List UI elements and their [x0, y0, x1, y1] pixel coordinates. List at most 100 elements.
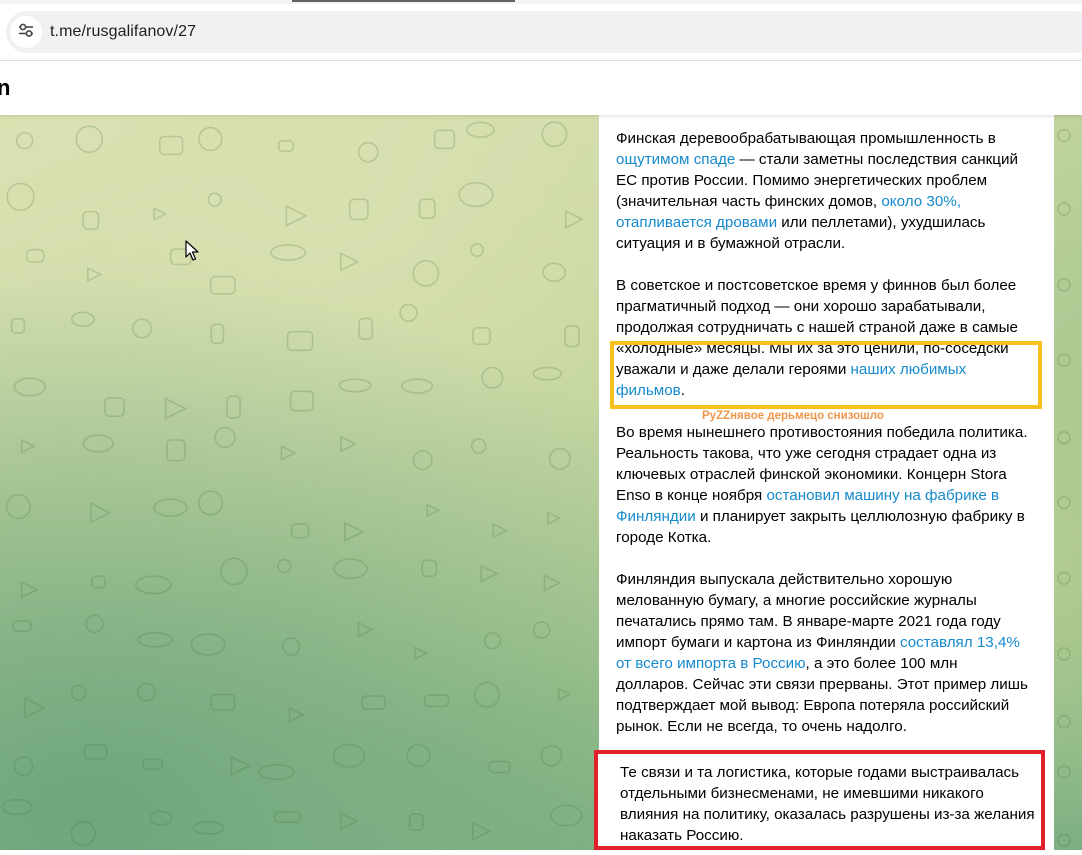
- doodle-shape: [458, 181, 494, 208]
- doodle-shape: [532, 621, 551, 639]
- doodle-shape: [190, 633, 226, 656]
- doodle-shape: [149, 810, 173, 826]
- doodle-shape: [332, 743, 366, 768]
- doodle-shape: [158, 135, 184, 156]
- doodle-shape: [1057, 353, 1071, 367]
- doodle-shape: [153, 206, 168, 221]
- paragraph-3: Во время нынешнего противостояния победи…: [616, 422, 1034, 548]
- doodle-shape: [230, 755, 252, 776]
- doodle-shape: [1057, 765, 1071, 779]
- doodle-shape: [1057, 495, 1071, 510]
- omnibox[interactable]: t.me/rusgalifanov/27: [6, 11, 1082, 53]
- doodle-shape: [399, 303, 418, 323]
- doodle-shape: [548, 447, 571, 470]
- doodle-shape: [333, 558, 368, 580]
- doodle-shape: [210, 693, 236, 711]
- doodle-shape: [1057, 833, 1071, 848]
- paragraph-4: Финляндия выпускала действительно хорошу…: [616, 569, 1034, 737]
- doodle-shape: [153, 498, 188, 517]
- doodle-shape: [1057, 430, 1071, 445]
- link-noticeable-decline[interactable]: ощутимом спаде: [616, 151, 735, 168]
- doodle-shape: [357, 141, 379, 163]
- doodle-shape: [339, 252, 360, 272]
- doodle-shape: [166, 439, 186, 462]
- doodle-shape: [483, 632, 502, 650]
- doodle-shape: [277, 558, 292, 574]
- doodle-shape: [25, 248, 45, 264]
- doodle-shape: [426, 503, 441, 518]
- doodle-shape: [198, 126, 223, 152]
- doodle-shape: [270, 244, 307, 261]
- doodle-shape: [137, 631, 173, 648]
- doodle-shape: [412, 259, 440, 287]
- doodle-shape: [87, 266, 103, 283]
- doodle-shape: [289, 390, 314, 412]
- doodle-shape: [541, 121, 568, 148]
- url-text[interactable]: t.me/rusgalifanov/27: [50, 23, 196, 41]
- doodle-shape: [418, 198, 436, 220]
- paragraph-1: Финская деревообрабатывающая промышленно…: [616, 128, 1034, 254]
- doodle-shape: [547, 511, 562, 526]
- doodle-shape: [542, 262, 567, 283]
- doodle-shape: [75, 125, 104, 154]
- channel-title[interactable]: n: [0, 75, 10, 101]
- doodle-shape: [83, 744, 108, 760]
- doodle-shape: [339, 812, 359, 831]
- doodle-shape: [1057, 571, 1071, 585]
- doodle-shape: [340, 435, 358, 453]
- doodle-shape: [91, 575, 106, 589]
- doodle-shape: [220, 557, 248, 586]
- doodle-shape: [338, 378, 372, 393]
- doodle-shape: [1057, 647, 1071, 661]
- doodle-shape: [70, 684, 87, 701]
- doodle-shape: [192, 821, 225, 835]
- yellow-highlight-box: [610, 341, 1042, 409]
- doodle-shape: [1057, 128, 1071, 143]
- doodle-shape: [226, 395, 241, 419]
- doodle-shape: [70, 820, 96, 847]
- doodle-shape: [557, 687, 572, 701]
- doodle-shape: [11, 620, 33, 632]
- doodle-shape: [209, 275, 236, 295]
- doodle-shape: [13, 377, 47, 397]
- doodle-shape: [210, 323, 225, 345]
- red-box-text: Те связи и та логистика, которые годами …: [620, 764, 1035, 844]
- doodle-shape: [24, 696, 47, 719]
- doodle-shape: [348, 198, 369, 221]
- doodle-shape: [104, 397, 125, 418]
- active-tab-indicator[interactable]: [292, 0, 515, 2]
- doodle-shape: [488, 760, 511, 774]
- doodle-shape: [357, 621, 374, 638]
- site-info-button[interactable]: [10, 16, 42, 48]
- doodle-shape: [13, 756, 34, 777]
- doodle-shape: [71, 311, 95, 328]
- doodle-shape: [136, 682, 156, 702]
- doodle-shape: [20, 438, 36, 454]
- doodle-shape: [142, 758, 164, 770]
- doodle-shape: [421, 559, 438, 578]
- text-segment: Финская деревообрабатывающая промышленно…: [616, 130, 996, 147]
- doodle-shape: [1, 798, 33, 816]
- doodle-shape: [286, 330, 314, 352]
- doodle-shape: [135, 575, 172, 595]
- doodle-shape: [10, 318, 26, 334]
- doodle-shape: [197, 490, 224, 516]
- red-highlight-box: Те связи и та логистика, которые годами …: [594, 750, 1045, 850]
- doodle-shape: [164, 397, 188, 420]
- annotation-caption: PyZZнявое дерьмецо снизошло: [702, 410, 884, 422]
- doodle-shape: [15, 131, 34, 150]
- doodle-shape: [408, 813, 424, 831]
- doodle-shape: [472, 821, 492, 842]
- doodle-shape: [480, 564, 499, 583]
- doodle-shape: [412, 450, 433, 471]
- doodle-shape: [273, 811, 302, 824]
- doodle-shape: [281, 637, 301, 656]
- doodle-shape: [277, 139, 295, 153]
- doodle-shape: [470, 438, 487, 454]
- doodle-shape: [214, 426, 236, 449]
- doodle-shape: [288, 706, 305, 723]
- doodle-shape: [550, 804, 583, 827]
- doodle-shape: [414, 646, 429, 661]
- doodle-shape: [82, 434, 114, 453]
- tune-icon: [17, 21, 35, 44]
